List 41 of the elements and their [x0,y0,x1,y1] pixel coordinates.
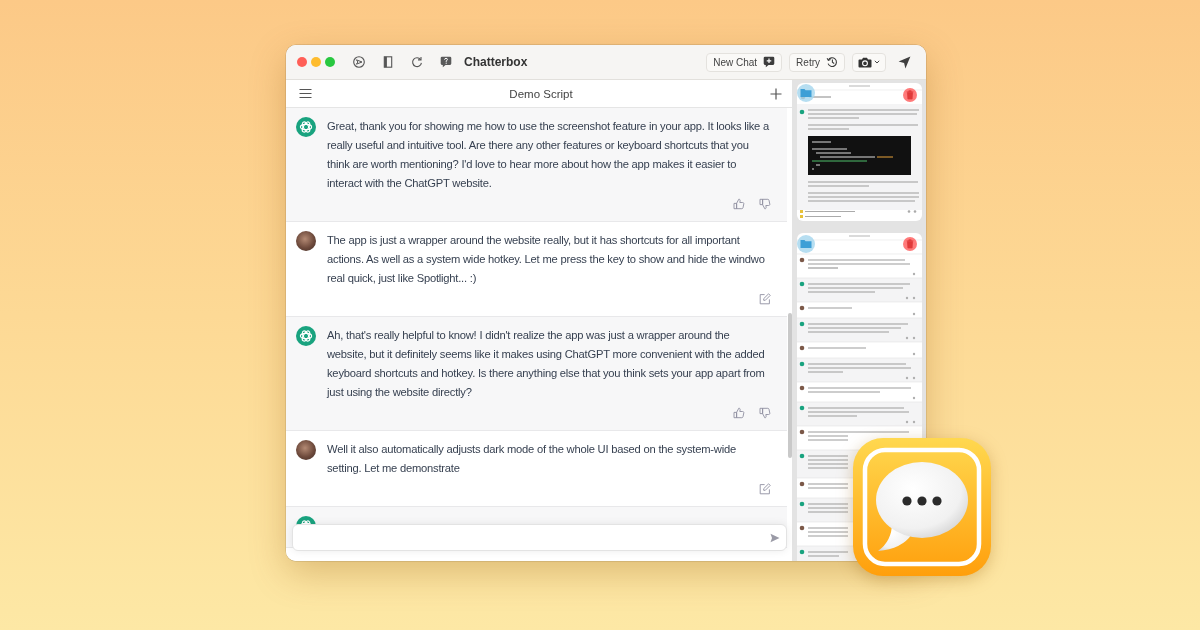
edit-icon[interactable] [759,483,771,495]
message-text: The app is just a wrapper around the website really, but it has shortcuts for all important actions. As well as a system wide hotkey. Let me press the key to show and hide the windwo real quick, just like Spotlight... :) [327,233,766,286]
trash-icon[interactable] [903,237,917,251]
assistant-avatar-icon [296,117,316,137]
chat-thumbnail[interactable] [797,83,922,221]
close-window-icon[interactable] [297,57,307,67]
message-text: Ah, that's really helpful to know! I didn't realize the app was just a wrapper around the website, but it definitely seems like it makes using ChatGPT more convenient with the added keyboard shortcuts and hotkey. Is there anything else that you think sets your app apart from just using the website directly? [327,328,766,400]
zoom-window-icon[interactable] [325,57,335,67]
message-input[interactable] [292,524,787,551]
new-chat-button[interactable]: New Chat [706,52,783,72]
plus-icon[interactable] [770,87,782,100]
message-text: Great, thank you for showing me how to use the screenshot feature in your app. It looks like a really useful and intuitive tool. Are there any other features or keyboard shortcuts that you think are worth mentioning? I'd love to hear more about how the app makes it easier to interact with the ChatGPT website. [327,119,770,191]
thumbs-down-icon[interactable] [759,407,771,419]
minimize-window-icon[interactable] [311,57,321,67]
folder-icon[interactable] [797,84,815,102]
chat-title: Demo Script [509,87,573,100]
screenshot-menu-button[interactable] [852,52,886,72]
scrollbar-thumb[interactable] [787,313,792,458]
chat-plus-icon [763,56,776,68]
user-avatar [296,440,316,460]
menu-icon[interactable] [299,88,312,99]
user-avatar [296,231,316,251]
help-bubble-icon[interactable] [440,56,452,68]
panel-icon[interactable] [382,56,394,68]
reload-icon[interactable] [411,56,423,68]
circle-arrow-icon[interactable] [353,56,365,68]
edit-icon[interactable] [759,293,771,305]
trash-icon[interactable] [903,88,917,102]
window-title: Chatterbox [464,55,528,69]
message-text: Well it also automatically adjusts dark mode of the whole UI based on the system-wide setting. Let me demonstrate [327,442,737,476]
history-icon [826,56,838,68]
camera-icon [858,56,872,68]
folder-icon[interactable] [797,235,815,253]
caret-icon [874,60,880,64]
app-icon [852,437,992,577]
thumbs-down-icon[interactable] [759,198,771,210]
retry-button[interactable]: Retry [789,52,845,72]
thumbs-up-icon[interactable] [733,198,745,210]
assistant-avatar-icon [296,326,316,346]
send-icon[interactable] [898,55,911,69]
thumbs-up-icon[interactable] [733,407,745,419]
